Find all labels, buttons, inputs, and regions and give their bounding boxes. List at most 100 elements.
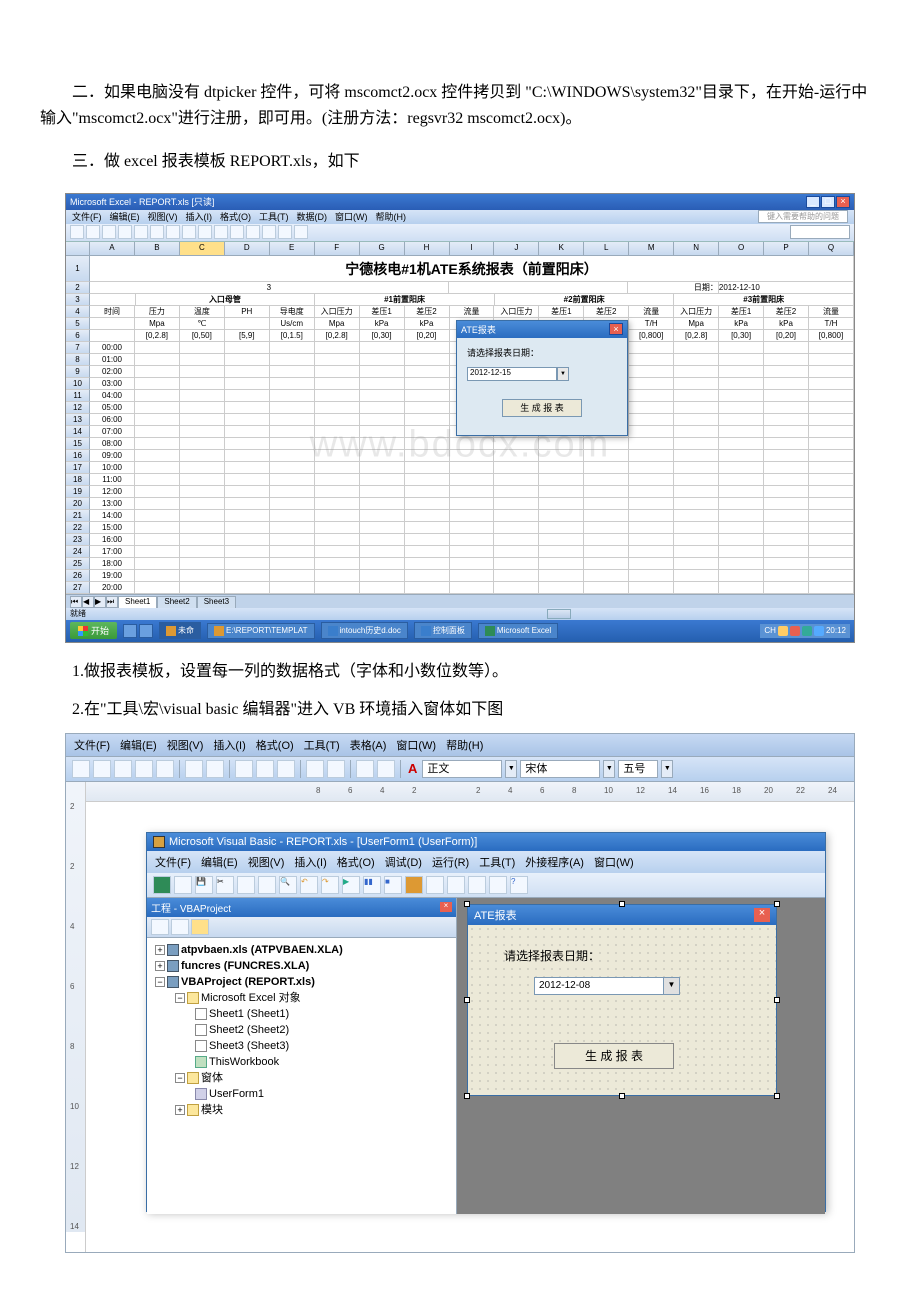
- rowhdr[interactable]: 15: [66, 438, 90, 450]
- vbe-window[interactable]: Microsoft Visual Basic - REPORT.xls - [U…: [146, 832, 826, 1212]
- cut-icon[interactable]: [235, 760, 253, 778]
- vmenu-debug[interactable]: 调试(D): [385, 854, 422, 870]
- select-all-corner[interactable]: [66, 242, 90, 255]
- col-O[interactable]: O: [719, 242, 764, 255]
- resize-handle[interactable]: [464, 1093, 470, 1099]
- wmenu-edit[interactable]: 编辑(E): [120, 737, 157, 753]
- rowhdr[interactable]: 11: [66, 390, 90, 402]
- paste-icon[interactable]: [258, 876, 276, 894]
- rowhdr-4[interactable]: 4: [66, 306, 90, 318]
- rowhdr[interactable]: 27: [66, 582, 90, 594]
- style-dropdown[interactable]: ▼: [505, 760, 517, 778]
- sheet-nav-prev[interactable]: ◀: [82, 596, 94, 608]
- dialog-date-dropdown[interactable]: ▼: [557, 367, 569, 381]
- userform-date-dropdown[interactable]: ▼: [664, 977, 680, 995]
- view-code-button[interactable]: [151, 919, 169, 935]
- resize-handle[interactable]: [774, 901, 780, 907]
- columns-icon[interactable]: [377, 760, 395, 778]
- rowhdr-3[interactable]: 3: [66, 294, 90, 306]
- wmenu-tools[interactable]: 工具(T): [304, 737, 340, 753]
- wmenu-file[interactable]: 文件(F): [74, 737, 110, 753]
- rowhdr[interactable]: 24: [66, 546, 90, 558]
- style-select[interactable]: 正文: [422, 760, 502, 778]
- wmenu-insert[interactable]: 插入(I): [213, 737, 245, 753]
- expand-icon[interactable]: +: [175, 1105, 185, 1115]
- help-icon[interactable]: ?: [510, 876, 528, 894]
- maximize-button[interactable]: □: [821, 196, 835, 208]
- redo-icon[interactable]: ↷: [321, 876, 339, 894]
- tray-icon[interactable]: [802, 626, 812, 636]
- open-icon[interactable]: [93, 760, 111, 778]
- col-L[interactable]: L: [584, 242, 629, 255]
- spell-icon[interactable]: [185, 760, 203, 778]
- vmenu-addins[interactable]: 外接程序(A): [525, 854, 584, 870]
- rowhdr-5[interactable]: 5: [66, 318, 90, 330]
- preview-icon[interactable]: [134, 225, 148, 239]
- userform-close-button[interactable]: ×: [754, 908, 770, 922]
- rowhdr[interactable]: 17: [66, 462, 90, 474]
- copy-icon[interactable]: [256, 760, 274, 778]
- task-item[interactable]: Microsoft Excel: [478, 623, 558, 639]
- tree-folder-modules[interactable]: 模块: [201, 1104, 223, 1116]
- collapse-icon[interactable]: −: [175, 993, 185, 1003]
- vmenu-insert[interactable]: 插入(I): [294, 854, 326, 870]
- ql-desktop-icon[interactable]: [139, 624, 153, 638]
- rowhdr[interactable]: 18: [66, 474, 90, 486]
- tree-item-userform1[interactable]: UserForm1: [209, 1088, 264, 1100]
- rowhdr[interactable]: 25: [66, 558, 90, 570]
- rowhdr[interactable]: 12: [66, 402, 90, 414]
- undo-icon[interactable]: [214, 225, 228, 239]
- fontsize-dropdown[interactable]: ▼: [661, 760, 673, 778]
- tray-icon[interactable]: [814, 626, 824, 636]
- sort-desc-icon[interactable]: [262, 225, 276, 239]
- new-icon[interactable]: [72, 760, 90, 778]
- rowhdr[interactable]: 7: [66, 342, 90, 354]
- tree-item-funcres[interactable]: funcres (FUNCRES.XLA): [181, 960, 309, 972]
- dialog-close-button[interactable]: ×: [609, 323, 623, 335]
- chart-icon[interactable]: [278, 225, 292, 239]
- vmenu-view[interactable]: 视图(V): [248, 854, 285, 870]
- copy-icon[interactable]: [182, 225, 196, 239]
- rowhdr[interactable]: 19: [66, 486, 90, 498]
- rowhdr[interactable]: 26: [66, 570, 90, 582]
- col-A[interactable]: A: [90, 242, 135, 255]
- table-icon[interactable]: [356, 760, 374, 778]
- tray-icon[interactable]: [790, 626, 800, 636]
- fontsize-select[interactable]: 五号: [618, 760, 658, 778]
- print-icon[interactable]: [118, 225, 132, 239]
- start-button[interactable]: 开始: [70, 622, 117, 639]
- font-select[interactable]: 宋体: [520, 760, 600, 778]
- vmenu-format[interactable]: 格式(O): [337, 854, 375, 870]
- paste-icon[interactable]: [198, 225, 212, 239]
- wmenu-window[interactable]: 窗口(W): [396, 737, 436, 753]
- wmenu-view[interactable]: 视图(V): [167, 737, 204, 753]
- dialog-titlebar[interactable]: ATE报表 ×: [457, 321, 627, 338]
- task-item[interactable]: intouch历史d.doc: [321, 622, 408, 639]
- properties-icon[interactable]: [447, 876, 465, 894]
- tab-sheet3[interactable]: Sheet3: [197, 596, 236, 608]
- rowhdr-2[interactable]: 2: [66, 282, 90, 294]
- insert-form-icon[interactable]: [174, 876, 192, 894]
- object-browser-icon[interactable]: [468, 876, 486, 894]
- col-M[interactable]: M: [629, 242, 674, 255]
- view-object-button[interactable]: [171, 919, 189, 935]
- project-explorer-title[interactable]: 工程 - VBAProject ×: [147, 898, 456, 917]
- help-search-box[interactable]: 键入需要帮助的问题: [758, 210, 848, 223]
- save-icon[interactable]: [102, 225, 116, 239]
- menu-tools[interactable]: 工具(T): [259, 210, 289, 223]
- vmenu-window[interactable]: 窗口(W): [594, 854, 634, 870]
- expand-icon[interactable]: +: [155, 961, 165, 971]
- task-item[interactable]: 控制面板: [414, 622, 472, 639]
- design-mode-icon[interactable]: [405, 876, 423, 894]
- break-icon[interactable]: ▮▮: [363, 876, 381, 894]
- rowhdr[interactable]: 21: [66, 510, 90, 522]
- preview-icon[interactable]: [156, 760, 174, 778]
- tab-sheet1[interactable]: Sheet1: [118, 596, 157, 608]
- tree-folder-forms[interactable]: 窗体: [201, 1072, 223, 1084]
- save-icon[interactable]: 💾: [195, 876, 213, 894]
- sheet-nav-next[interactable]: ▶: [94, 596, 106, 608]
- tray-icon[interactable]: [778, 626, 788, 636]
- undo-icon[interactable]: [306, 760, 324, 778]
- close-button[interactable]: ×: [836, 196, 850, 208]
- col-B[interactable]: B: [135, 242, 180, 255]
